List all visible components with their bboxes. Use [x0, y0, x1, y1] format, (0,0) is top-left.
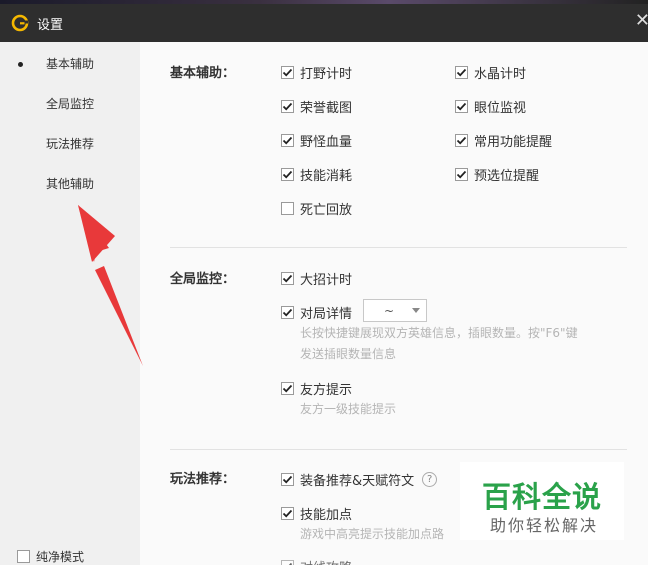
option-label: 荣誉截图	[300, 101, 353, 116]
option-preselect-reminder[interactable]: 预选位提醒	[455, 165, 539, 184]
sidebar-item-global[interactable]: 全局监控	[46, 95, 94, 112]
option-match-detail[interactable]: 对局详情	[281, 303, 352, 322]
sidebar-item-other[interactable]: 其他辅助	[46, 175, 94, 192]
option-label: 装备推荐&天赋符文	[300, 474, 415, 489]
option-label: 预选位提醒	[474, 169, 540, 184]
section-divider	[170, 247, 627, 248]
checkbox-checked[interactable]	[455, 66, 468, 79]
active-indicator	[18, 62, 23, 67]
ally-tip-hint: 友方一级技能提示	[300, 402, 397, 416]
checkbox-checked[interactable]	[281, 507, 294, 520]
sidebar	[0, 42, 140, 565]
option-label: 水晶计时	[474, 67, 527, 82]
option-jungle-timer[interactable]: 打野计时	[281, 63, 352, 82]
option-skill-cost[interactable]: 技能消耗	[281, 165, 352, 184]
option-crystal-timer[interactable]: 水晶计时	[455, 63, 526, 82]
play-section-label: 玩法推荐：	[170, 472, 236, 487]
option-label: 大招计时	[300, 273, 353, 288]
pure-mode-label: 纯净模式	[36, 550, 85, 564]
checkbox-checked[interactable]	[281, 473, 294, 486]
chevron-down-icon	[412, 308, 420, 313]
option-label: 对线攻略	[300, 557, 352, 565]
close-icon[interactable]: ✕	[635, 12, 648, 30]
checkbox-checked[interactable]	[281, 134, 294, 147]
checkbox-checked[interactable]	[281, 382, 294, 395]
hotkey-select-value: ~	[384, 303, 395, 318]
option-ward-monitor[interactable]: 眼位监视	[455, 97, 526, 116]
match-detail-hint-line2: 发送插眼数量信息	[300, 347, 397, 361]
checkbox-checked[interactable]	[455, 168, 468, 181]
checkbox-checked[interactable]	[281, 100, 294, 113]
watermark-subtitle: 助你轻松解决	[490, 516, 599, 535]
title-bar: 设置 ✕	[0, 4, 648, 42]
option-label: 技能加点	[300, 508, 353, 523]
checkbox-checked[interactable]	[455, 100, 468, 113]
hotkey-select[interactable]: ~	[363, 299, 427, 322]
option-label: 常用功能提醒	[474, 135, 553, 150]
option-label: 对局详情	[300, 307, 353, 322]
checkbox-box[interactable]	[17, 550, 30, 563]
app-logo-icon	[11, 14, 29, 32]
sidebar-item-basic[interactable]: 基本辅助	[46, 55, 94, 72]
checkbox-unchecked[interactable]	[281, 202, 294, 215]
option-label: 野怪血量	[300, 135, 353, 150]
checkbox-checked[interactable]	[281, 306, 294, 319]
watermark-title: 百科全说	[482, 480, 603, 514]
option-skill-points[interactable]: 技能加点	[281, 504, 352, 523]
option-honor-screenshot[interactable]: 荣誉截图	[281, 97, 352, 116]
window-title: 设置	[37, 17, 64, 33]
option-death-replay[interactable]: 死亡回放	[281, 199, 352, 218]
global-section-label: 全局监控：	[170, 272, 236, 287]
match-detail-hint-line1: 长按快捷键展现双方英雄信息，插眼数量。按"F6"键	[300, 326, 578, 340]
option-lane-guide-partial[interactable]: 对线攻略	[281, 557, 352, 565]
pure-mode-checkbox[interactable]: 纯净模式	[17, 548, 84, 565]
basic-section-label: 基本辅助：	[170, 66, 236, 81]
checkbox-checked[interactable]	[281, 560, 294, 565]
option-ally-tip[interactable]: 友方提示	[281, 379, 352, 398]
skill-points-hint: 游戏中高亮提示技能加点路	[300, 527, 445, 541]
checkbox-checked[interactable]	[281, 272, 294, 285]
option-monster-hp[interactable]: 野怪血量	[281, 131, 352, 150]
watermark-badge: 百科全说 助你轻松解决	[460, 462, 624, 540]
checkbox-checked[interactable]	[455, 134, 468, 147]
checkbox-checked[interactable]	[281, 66, 294, 79]
option-ult-timer[interactable]: 大招计时	[281, 269, 352, 288]
help-icon[interactable]: ?	[422, 472, 438, 487]
option-equip-recommend[interactable]: 装备推荐&天赋符文?	[281, 470, 438, 489]
option-label: 技能消耗	[300, 169, 353, 184]
sidebar-item-play[interactable]: 玩法推荐	[46, 135, 94, 152]
option-label: 友方提示	[300, 383, 353, 398]
option-common-reminder[interactable]: 常用功能提醒	[455, 131, 552, 150]
option-label: 眼位监视	[474, 101, 527, 116]
option-label: 死亡回放	[300, 203, 353, 218]
checkbox-checked[interactable]	[281, 168, 294, 181]
section-divider	[170, 449, 627, 450]
option-label: 打野计时	[300, 67, 353, 82]
